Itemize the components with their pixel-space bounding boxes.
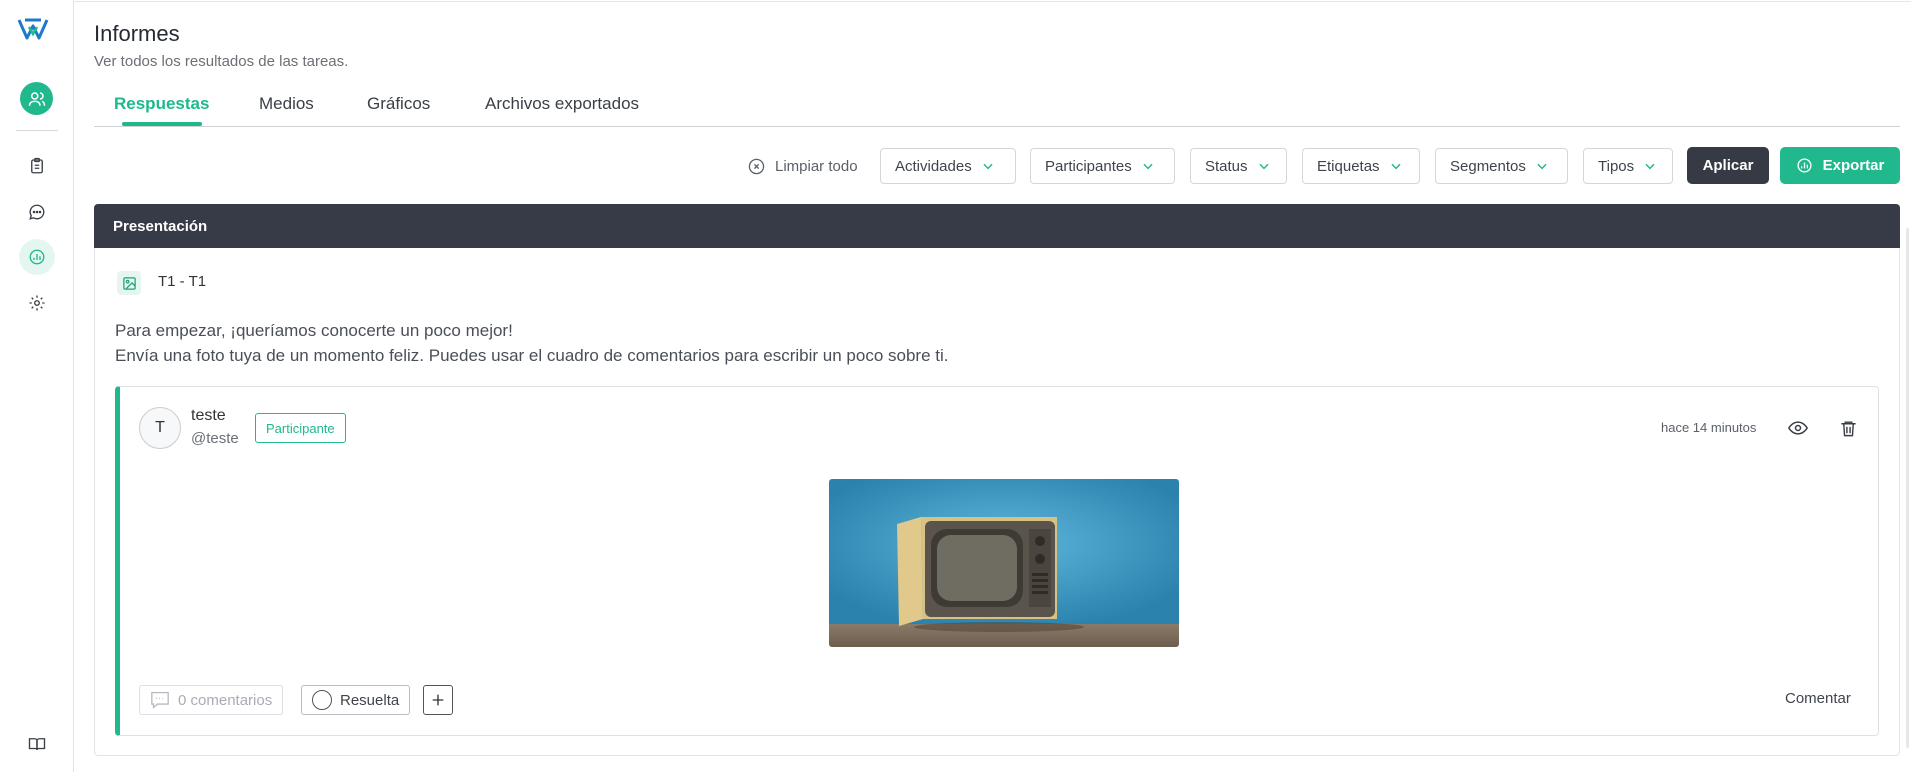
image-icon	[122, 276, 136, 290]
tab-graficos[interactable]: Gráficos	[367, 94, 430, 114]
profile-button[interactable]	[20, 82, 53, 115]
image-task-badge	[117, 271, 141, 295]
chevron-down-icon	[983, 163, 993, 170]
tab-respuestas[interactable]: Respuestas	[114, 94, 209, 114]
chart-icon	[1797, 158, 1812, 173]
trash-icon	[1840, 420, 1856, 436]
chat-icon	[29, 204, 45, 220]
filter-actividades[interactable]: Actividades	[880, 148, 1016, 184]
filter-tipos[interactable]: Tipos	[1583, 148, 1673, 184]
chevron-down-icon	[1645, 163, 1655, 170]
sidebar-item-guide[interactable]	[19, 726, 55, 762]
gear-icon	[29, 295, 45, 311]
page-title: Informes	[94, 21, 180, 46]
chevron-down-icon	[1537, 163, 1547, 170]
filter-status[interactable]: Status	[1190, 148, 1287, 184]
task-prompt: Para empezar, ¡queríamos conocerte un po…	[115, 318, 948, 368]
avatar[interactable]: T	[139, 407, 181, 449]
filter-label: Segmentos	[1450, 157, 1526, 175]
filter-label: Participantes	[1045, 157, 1132, 175]
brand-logo-icon[interactable]	[17, 17, 49, 41]
plus-icon	[432, 694, 444, 706]
resolved-radio[interactable]	[312, 690, 332, 710]
tab-bar: Respuestas Medios Gráficos Archivos expo…	[94, 90, 1900, 127]
filter-label: Status	[1205, 157, 1248, 175]
section-header: Presentación	[94, 204, 1900, 248]
chevron-down-icon	[1143, 163, 1153, 170]
clear-all-label: Limpiar todo	[775, 157, 858, 175]
sidebar-item-tasks[interactable]	[19, 148, 55, 184]
filter-label: Actividades	[895, 157, 972, 175]
scrollbar[interactable]	[1906, 228, 1909, 748]
add-tag-button[interactable]	[423, 685, 453, 715]
task-label: T1 - T1	[158, 273, 207, 290]
sidebar-item-messages[interactable]	[19, 194, 55, 230]
sidebar	[0, 0, 74, 772]
export-button[interactable]: Exportar	[1780, 147, 1900, 184]
sidebar-item-reports[interactable]	[19, 239, 55, 275]
chevron-down-icon	[1390, 163, 1401, 170]
clipboard-icon	[31, 157, 43, 174]
filter-label: Tipos	[1598, 157, 1635, 175]
prompt-line: Para empezar, ¡queríamos conocerte un po…	[115, 321, 513, 340]
sidebar-divider	[16, 130, 58, 131]
comments-label: 0 comentarios	[178, 691, 273, 709]
response-photo[interactable]	[829, 479, 1179, 647]
page-subtitle: Ver todos los resultados de las tareas.	[94, 53, 349, 70]
filter-segmentos[interactable]: Segmentos	[1435, 148, 1568, 184]
sidebar-item-settings[interactable]	[19, 285, 55, 321]
user-name: teste	[191, 407, 226, 424]
delete-button[interactable]	[1836, 416, 1860, 440]
apply-button[interactable]: Aplicar	[1687, 147, 1769, 184]
clear-all-button[interactable]: Limpiar todo	[748, 155, 858, 177]
user-icon	[28, 91, 45, 106]
user-handle: @teste	[191, 430, 239, 447]
role-badge: Participante	[255, 413, 346, 443]
comment-icon	[151, 691, 169, 709]
book-icon	[28, 738, 46, 751]
eye-icon	[1788, 421, 1808, 435]
resolved-toggle[interactable]: Resuelta	[301, 685, 411, 715]
close-circle-icon	[748, 158, 765, 174]
response-timestamp: hace 14 minutos	[1661, 420, 1757, 435]
view-button[interactable]	[1786, 416, 1810, 440]
export-label: Exportar	[1822, 157, 1885, 174]
filter-label: Etiquetas	[1317, 157, 1380, 175]
comment-button[interactable]: Comentar	[1785, 690, 1851, 707]
active-tab-indicator	[122, 122, 202, 126]
tab-archivos-exportados[interactable]: Archivos exportados	[485, 94, 639, 114]
comments-count: 0 comentarios	[139, 685, 284, 715]
filter-etiquetas[interactable]: Etiquetas	[1302, 148, 1420, 184]
resolved-label: Resuelta	[340, 691, 400, 709]
filter-participantes[interactable]: Participantes	[1030, 148, 1175, 184]
chart-icon	[29, 249, 45, 265]
prompt-line: Envía una foto tuya de un momento feliz.…	[115, 346, 949, 365]
chevron-down-icon	[1258, 163, 1269, 170]
tab-medios[interactable]: Medios	[259, 94, 314, 114]
top-rule	[74, 1, 1911, 2]
